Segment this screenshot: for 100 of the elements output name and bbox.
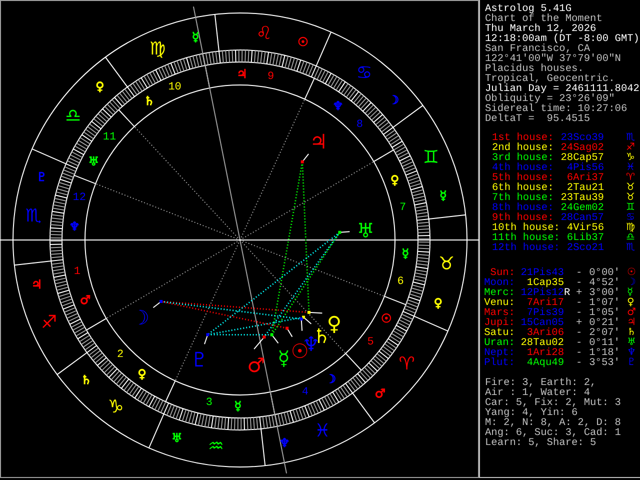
chart-info-line: Tropical, Geocentric. bbox=[485, 74, 615, 84]
planet-glyph: ☿ bbox=[627, 288, 634, 298]
ruler-glyph: ♅ bbox=[88, 154, 100, 169]
sign-glyph: ♏ bbox=[626, 243, 635, 253]
house-number: 1 bbox=[74, 266, 80, 278]
planet-position: 15Can05 bbox=[520, 318, 564, 328]
latitude-direction: - bbox=[576, 308, 584, 318]
planet-position: 1Cap35 bbox=[526, 278, 564, 288]
house-position: 6Lib37 bbox=[566, 233, 604, 243]
planet-glyph: ♄ bbox=[627, 328, 636, 338]
ruler-glyph: ♃ bbox=[31, 278, 42, 292]
ruler-glyph: ☿ bbox=[402, 246, 410, 260]
planet-point bbox=[270, 333, 274, 336]
planet-glyph: ♇ bbox=[627, 358, 636, 368]
latitude-value: 3°53' bbox=[588, 358, 620, 368]
zodiac-sign-glyph: ♒ bbox=[208, 436, 224, 458]
house-number: 8 bbox=[356, 119, 364, 132]
ruler-glyph: ☽ bbox=[325, 372, 336, 386]
house-number: 3 bbox=[206, 397, 212, 410]
ruler-glyph: ♀ bbox=[390, 173, 400, 187]
house-number: 10 bbox=[168, 81, 182, 94]
planet-point bbox=[308, 310, 310, 314]
sign-glyph: ♐ bbox=[626, 143, 635, 153]
ruler-glyph: ☿ bbox=[192, 30, 200, 44]
leader-line bbox=[204, 334, 208, 345]
sign-glyph: ♏ bbox=[626, 133, 635, 143]
chart-info-line: Astrolog 5.41G bbox=[485, 4, 572, 14]
chart-info-line: Obliquity = 23°26'09" bbox=[485, 94, 615, 104]
zodiac-sign-glyph: ♉ bbox=[438, 254, 455, 275]
chart-info-line: San Francisco, CA bbox=[485, 44, 590, 54]
sign-glyph: ♈ bbox=[626, 173, 635, 183]
ruler-glyph: ♄ bbox=[144, 94, 155, 108]
house-number: 12 bbox=[72, 192, 86, 204]
ruler-glyph: ♂ bbox=[80, 293, 91, 307]
stats-line: Yang: 4, Yin: 6 bbox=[485, 408, 578, 418]
ruler-glyph: ☿ bbox=[234, 398, 242, 413]
planet-glyph: ♇ bbox=[190, 347, 208, 372]
ruler-glyph: ♂ bbox=[374, 386, 386, 401]
ruler-glyph: ♅ bbox=[172, 431, 182, 446]
house-label: 3rd house: bbox=[492, 153, 555, 163]
sign-glyph: ♊ bbox=[626, 203, 635, 213]
planet-name: Sun: bbox=[490, 268, 515, 278]
planet-glyph: ♅ bbox=[627, 338, 636, 348]
stats-line: Fire: 3, Earth: 2, bbox=[485, 378, 598, 388]
planet-glyph: ♂ bbox=[247, 352, 266, 377]
house-position: 28Cap57 bbox=[560, 153, 604, 163]
planet-glyph: ♀ bbox=[627, 298, 634, 308]
house-label: 6th house: bbox=[492, 183, 555, 193]
planet-name: Mars: bbox=[483, 308, 515, 318]
planet-name: Plut: bbox=[483, 358, 515, 368]
zodiac-sign-glyph: ♐ bbox=[40, 312, 58, 333]
planet-position: 21Pis43 bbox=[520, 268, 564, 278]
latitude-direction: - bbox=[576, 278, 584, 288]
house-position: 23Sco39 bbox=[560, 133, 604, 143]
house-label: 4th house: bbox=[492, 163, 555, 173]
house-position: 2Tau21 bbox=[566, 183, 604, 193]
leader-line bbox=[254, 336, 265, 350]
house-number: 5 bbox=[367, 336, 374, 349]
stats-line: Car: 5, Fix: 2, Mut: 3 bbox=[485, 398, 622, 408]
house-position: 28Can57 bbox=[560, 213, 604, 223]
leader-line bbox=[302, 154, 310, 162]
planet-point bbox=[262, 336, 266, 339]
zodiac-sign-glyph: ♊ bbox=[422, 147, 440, 168]
planet-position: 7Ari17 bbox=[526, 298, 564, 308]
ruler-glyph: ♀ bbox=[138, 367, 146, 382]
house-position: 23Tau39 bbox=[560, 193, 604, 203]
planet-glyph: ♃ bbox=[310, 129, 328, 154]
latitude-value: 0°00' bbox=[588, 268, 620, 278]
leader-line bbox=[271, 334, 279, 344]
ruler-glyph: ☉ bbox=[380, 311, 392, 326]
sign-glyph: ♓ bbox=[626, 163, 635, 173]
stats-line: M: 2, N: 8, A: 2, D: 8 bbox=[485, 418, 622, 428]
house-number: 7 bbox=[400, 202, 406, 214]
leader-line bbox=[339, 231, 350, 233]
ruler-glyph: ♆ bbox=[279, 436, 290, 450]
house-position: 6Ari37 bbox=[566, 173, 604, 183]
house-number: 2 bbox=[116, 348, 124, 361]
chart-info-line: Sidereal time: 10:27:06 bbox=[485, 104, 628, 114]
zodiac-sign-glyph: ♎ bbox=[65, 105, 82, 126]
stats-line: Learn: 5, Share: 5 bbox=[485, 438, 598, 448]
house-label: 8th house: bbox=[492, 203, 555, 213]
latitude-direction: - bbox=[576, 268, 584, 278]
sign-glyph: ♑ bbox=[626, 153, 635, 163]
planet-glyph: ♂ bbox=[627, 308, 636, 318]
planet-point bbox=[300, 160, 304, 164]
ruler-glyph: ♃ bbox=[236, 67, 248, 82]
ruler-glyph: ♀ bbox=[434, 296, 443, 310]
latitude-direction: + bbox=[576, 288, 584, 298]
sign-glyph: ♎ bbox=[626, 233, 635, 243]
latitude-direction: - bbox=[576, 298, 584, 308]
planet-glyph: ♆ bbox=[627, 348, 636, 358]
latitude-direction: - bbox=[576, 348, 584, 358]
house-number: 6 bbox=[397, 276, 404, 288]
sign-glyph: ♉ bbox=[626, 183, 635, 193]
sign-glyph: ♉ bbox=[626, 193, 635, 203]
house-label: 2nd house: bbox=[492, 143, 555, 153]
planet-name: Moon: bbox=[483, 278, 515, 288]
latitude-value: 1°05' bbox=[588, 308, 620, 318]
ruler-glyph: ☽ bbox=[388, 92, 400, 107]
planet-name: Merc: bbox=[483, 288, 515, 298]
